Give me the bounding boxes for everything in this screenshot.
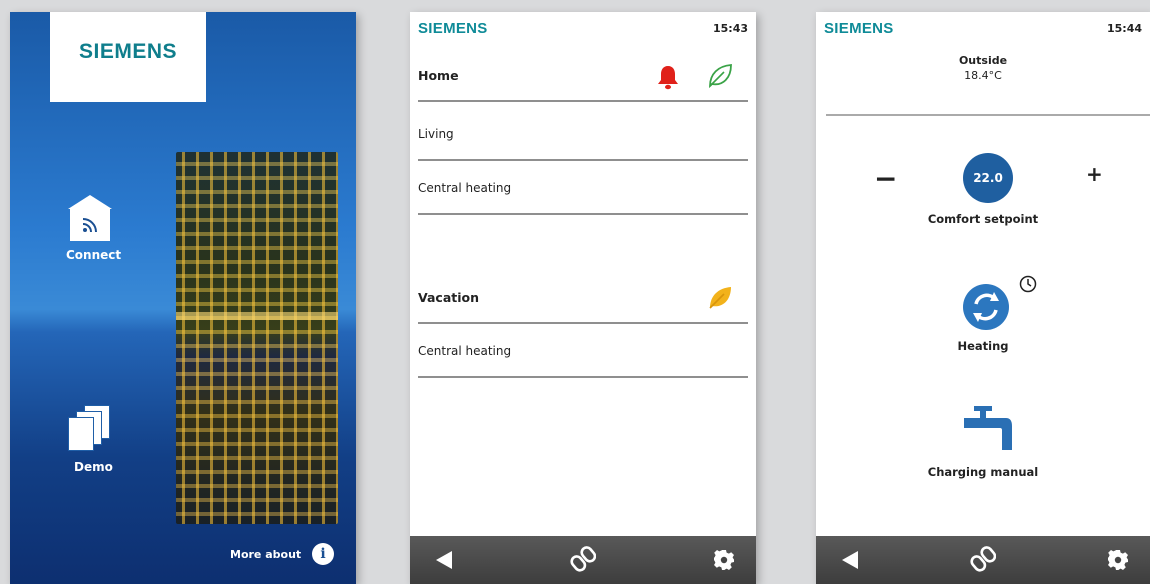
eco-leaf-icon[interactable] (706, 284, 734, 312)
heating-mode-icon[interactable] (963, 284, 1009, 330)
logo-text: SIEMENS (78, 40, 178, 63)
list-item-label: Central heating (418, 344, 512, 358)
eco-leaf-icon[interactable] (706, 62, 734, 90)
back-icon[interactable] (842, 551, 858, 569)
list-item-home[interactable]: Home (418, 50, 748, 102)
link-icon[interactable] (570, 544, 596, 574)
outside-label: Outside (958, 54, 1008, 67)
setpoint-value[interactable]: 22.0 (963, 153, 1013, 203)
status-bar: SIEMENS 15:44 (816, 12, 1150, 42)
list-item-label: Home (418, 68, 459, 83)
info-icon[interactable]: i (312, 543, 334, 565)
gear-icon[interactable] (714, 550, 734, 570)
clock-time: 15:44 (1106, 22, 1142, 35)
more-about-label[interactable]: More about (230, 548, 301, 561)
list-item-central-heating[interactable]: Central heating (418, 326, 748, 378)
list-item-vacation[interactable]: Vacation (418, 272, 748, 324)
connect-home-wifi-icon[interactable] (68, 195, 112, 241)
start-screen: SIEMENS Connect Demo More about i (10, 12, 356, 584)
water-tap-icon[interactable] (962, 404, 1014, 454)
list-item-label: Central heating (418, 181, 512, 195)
status-bar: SIEMENS 15:43 (410, 12, 756, 42)
outside-temperature: 18.4°C (964, 69, 1002, 82)
rooms-screen: SIEMENS 15:43 Home Living Central heatin… (410, 12, 756, 584)
increase-button[interactable]: + (1086, 162, 1103, 186)
room-detail-screen: SIEMENS 15:44 Outside 18.4°C − 22.0 + Co… (816, 12, 1150, 584)
nav-bar (816, 536, 1150, 584)
list-item-living[interactable]: Living (418, 109, 748, 161)
building-photo (176, 152, 338, 524)
brand-logo: SIEMENS (824, 20, 894, 37)
charging-manual-label: Charging manual (927, 465, 1039, 479)
comfort-setpoint-label: Comfort setpoint (927, 212, 1039, 226)
clock-time: 15:43 (712, 22, 748, 35)
heating-label: Heating (957, 339, 1009, 353)
demo-pages-icon[interactable] (68, 405, 112, 451)
connect-label[interactable]: Connect (66, 248, 121, 262)
list-item-central-heating[interactable]: Central heating (418, 163, 748, 215)
brand-logo: SIEMENS (418, 20, 488, 37)
decrease-button[interactable]: − (874, 162, 897, 195)
siemens-logo: SIEMENS (50, 12, 206, 92)
nav-bar (410, 536, 756, 584)
alarm-bell-icon[interactable] (656, 64, 680, 90)
link-icon[interactable] (970, 544, 996, 574)
back-icon[interactable] (436, 551, 452, 569)
gear-icon[interactable] (1108, 550, 1128, 570)
clock-icon (1019, 275, 1037, 293)
demo-label[interactable]: Demo (74, 460, 113, 474)
divider (826, 114, 1150, 116)
logo-underline (50, 88, 206, 102)
list-item-label: Vacation (418, 290, 480, 305)
list-item-label: Living (418, 127, 454, 141)
